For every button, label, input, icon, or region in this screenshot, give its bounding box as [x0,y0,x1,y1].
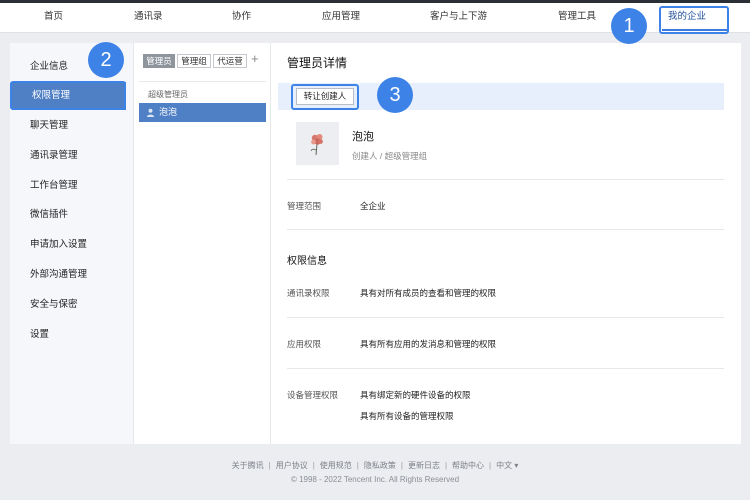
sidebar-item-join-settings[interactable]: 申请加入设置 [10,231,134,259]
permissions-section-title: 权限信息 [287,256,327,267]
divider [287,368,724,369]
language-select[interactable]: 中文 ▾ [496,460,518,471]
sidebar-item-settings[interactable]: 设置 [10,321,134,349]
nav-app-management[interactable]: 应用管理 [322,3,360,33]
tab-admins[interactable]: 管理员 [143,54,175,68]
footer-link-privacy[interactable]: 隐私政策 [364,460,396,471]
callout-highlight-transfer [291,84,359,110]
callout-badge-3: 3 [377,77,413,113]
sidebar-item-workbench[interactable]: 工作台管理 [10,172,134,200]
apps-permission-label: 应用权限 [287,339,322,349]
footer-links: 关于腾讯 | 用户协议 | 使用规范 | 隐私政策 | 更新日志 | 帮助中心 | 中文 ▾ [231,460,519,471]
admin-role: 创建人 / 超级管理组 [352,151,428,161]
admin-name: 泡泡 [352,131,374,143]
footer-link-usage-rules[interactable]: 使用规范 [320,460,352,471]
nav-contacts[interactable]: 通讯录 [134,3,163,33]
group-label: 超级管理员 [148,90,188,99]
devices-permission-label: 设备管理权限 [287,390,339,400]
avatar [296,122,339,165]
footer-link-user-agreement[interactable]: 用户协议 [276,460,308,471]
scope-label: 管理范围 [287,201,322,211]
sidebar-item-wechat-plugin[interactable]: 微信插件 [10,201,134,229]
devices-permission-value-2: 具有所有设备的管理权限 [360,411,454,421]
divider [287,229,724,230]
contacts-permission-value: 具有对所有成员的查看和管理的权限 [360,288,497,298]
apps-permission-value: 具有所有应用的发消息和管理的权限 [360,339,497,349]
tab-operators[interactable]: 代运营 [213,54,247,68]
callout-badge-1: 1 [611,8,647,44]
sidebar-item-chat-management[interactable]: 聊天管理 [10,112,134,140]
nav-collaboration[interactable]: 协作 [232,3,251,33]
footer-link-help[interactable]: 帮助中心 [452,460,484,471]
sidebar-item-external-communication[interactable]: 外部沟通管理 [10,261,134,289]
contacts-permission-label: 通讯录权限 [287,288,330,298]
admin-member-name: 泡泡 [159,107,178,117]
user-icon [146,108,155,117]
footer-link-about[interactable]: 关于腾讯 [232,460,264,471]
divider [139,81,266,82]
divider [287,179,724,180]
callout-highlight-permissions [10,81,126,110]
page-title: 管理员详情 [287,56,348,70]
list-item-admin[interactable]: 泡泡 [139,103,266,122]
add-icon[interactable]: + [251,52,259,66]
divider [287,317,724,318]
devices-permission-value-1: 具有绑定新的硬件设备的权限 [360,390,471,400]
nav-management-tools[interactable]: 管理工具 [558,3,596,33]
callout-badge-2: 2 [88,42,124,78]
tab-admin-groups[interactable]: 管理组 [177,54,211,68]
nav-home[interactable]: 首页 [44,3,63,33]
callout-highlight-my-enterprise [659,6,729,34]
scope-value: 全企业 [360,201,386,211]
copyright: © 1998 - 2022 Tencent Inc. All Rights Re… [290,475,460,484]
sidebar-item-contacts-management[interactable]: 通讯录管理 [10,142,134,170]
footer-link-changelog[interactable]: 更新日志 [408,460,440,471]
sidebar-item-security[interactable]: 安全与保密 [10,291,134,319]
flower-avatar-icon [310,134,323,156]
nav-customers[interactable]: 客户与上下游 [430,3,487,33]
